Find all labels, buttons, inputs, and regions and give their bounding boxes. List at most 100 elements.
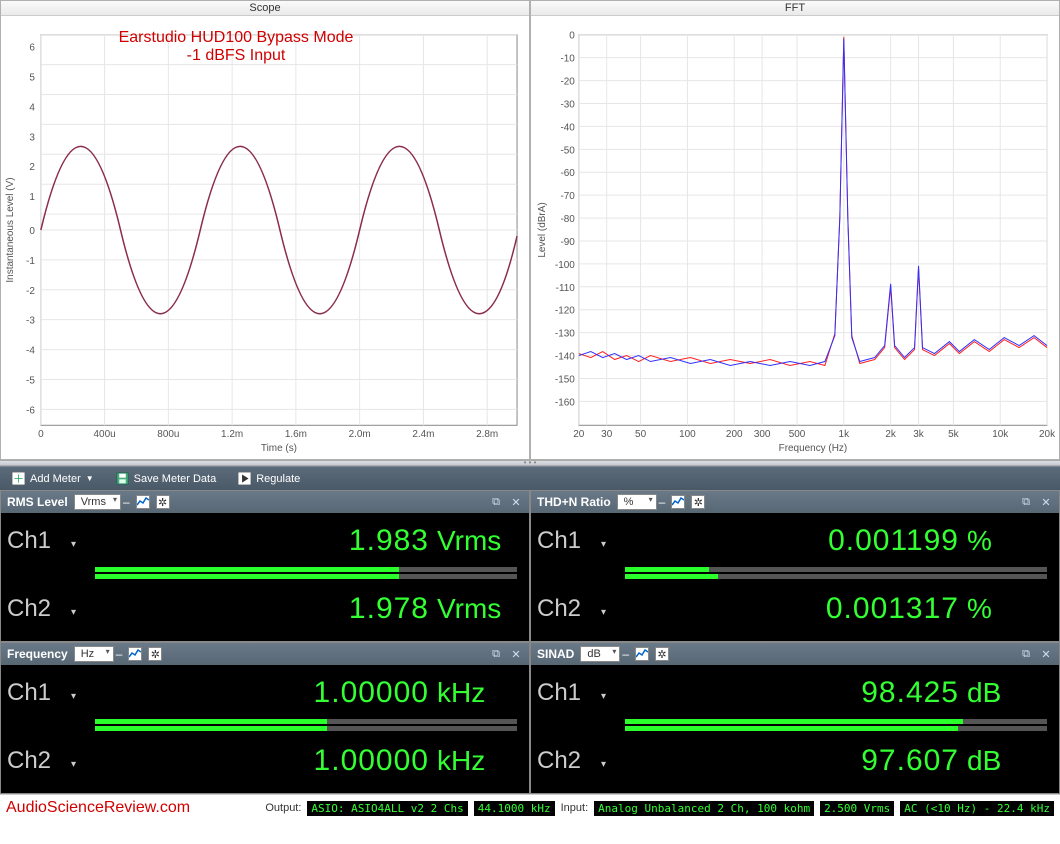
meter-body: Ch1 0.001199 % Ch2 0.001317 % [531,513,1059,641]
input-label: Input: [561,802,589,814]
channel-value: 1.978 [80,592,437,626]
svg-text:-6: -6 [26,405,35,416]
plus-icon [12,472,25,485]
channel-unit: % [967,525,1055,557]
meter-header: RMS Level Vrms – ✲ ⧉ ✕ [1,491,529,513]
channel-label[interactable]: Ch1 [535,527,610,555]
close-icon[interactable]: ✕ [509,647,523,661]
popout-icon[interactable]: ⧉ [1019,647,1033,661]
channel-unit: kHz [437,677,525,709]
svg-text:5: 5 [29,73,35,84]
svg-text:3k: 3k [913,429,924,440]
svg-text:10k: 10k [992,429,1008,440]
svg-text:-1: -1 [26,256,35,267]
channel-unit: dB [967,745,1055,777]
svg-text:Level (dBrA): Level (dBrA) [537,202,548,257]
channel-row: Ch1 0.001199 % [535,515,1055,567]
unit-dropdown[interactable]: % [617,494,657,510]
svg-text:-120: -120 [555,306,575,317]
meter-frequency: Frequency Hz – ✲ ⧉ ✕ Ch1 1.00000 kHz Ch2… [0,642,530,794]
channel-value: 97.607 [610,744,967,778]
svg-text:300: 300 [754,429,771,440]
meters-grid: RMS Level Vrms – ✲ ⧉ ✕ Ch1 1.983 Vrms Ch… [0,490,1060,794]
input-bandwidth[interactable]: AC (<10 Hz) - 22.4 kHz [900,801,1054,816]
svg-text:500: 500 [789,429,806,440]
svg-text:400u: 400u [94,429,116,440]
svg-text:-20: -20 [560,77,575,88]
svg-text:-60: -60 [560,168,575,179]
svg-text:20: 20 [573,429,585,440]
popout-icon[interactable]: ⧉ [489,495,503,509]
unit-dropdown[interactable]: Hz [74,646,114,662]
svg-text:2: 2 [29,162,35,173]
popout-icon[interactable]: ⧉ [1019,495,1033,509]
channel-unit: % [967,593,1055,625]
svg-text:1: 1 [29,192,35,203]
svg-text:1k: 1k [839,429,850,440]
channel-label[interactable]: Ch1 [5,679,80,707]
svg-text:-5: -5 [26,375,35,386]
regulate-button[interactable]: Regulate [232,470,306,487]
unit-dropdown[interactable]: Vrms [74,494,121,510]
unit-dropdown[interactable]: dB [580,646,620,662]
gear-icon[interactable]: ✲ [148,647,162,661]
bar-track [625,574,1047,579]
dash-sep: – [659,495,666,509]
channel-row: Ch1 1.983 Vrms [5,515,525,567]
channel-label[interactable]: Ch2 [5,747,80,775]
bar-group [535,719,1055,735]
output-rate[interactable]: 44.1000 kHz [474,801,555,816]
channel-row: Ch2 1.978 Vrms [5,583,525,635]
svg-text:30: 30 [601,429,613,440]
channel-value: 1.00000 [80,676,437,710]
chart-icon[interactable] [671,495,685,509]
svg-text:-40: -40 [560,122,575,133]
meter-title: RMS Level [7,495,68,509]
gear-icon[interactable]: ✲ [691,495,705,509]
svg-text:6: 6 [29,43,35,54]
svg-text:Instantaneous Level (V): Instantaneous Level (V) [5,177,16,282]
svg-text:0: 0 [569,31,575,42]
dash-sep: – [116,647,123,661]
svg-text:-10: -10 [560,54,575,65]
close-icon[interactable]: ✕ [1039,495,1053,509]
svg-text:-130: -130 [555,329,575,340]
svg-text:-70: -70 [560,191,575,202]
channel-unit: kHz [437,745,525,777]
channel-label[interactable]: Ch1 [535,679,610,707]
chart-icon[interactable] [136,495,150,509]
chart-icon[interactable] [128,647,142,661]
save-meter-label: Save Meter Data [134,473,217,485]
output-device[interactable]: ASIO: ASIO4ALL v2 2 Chs [307,801,467,816]
save-meter-button[interactable]: Save Meter Data [110,470,223,487]
channel-label[interactable]: Ch1 [5,527,80,555]
gear-icon[interactable]: ✲ [655,647,669,661]
svg-text:Frequency (Hz): Frequency (Hz) [779,443,848,454]
status-bar: AudioScienceReview.com Output: ASIO: ASI… [0,794,1060,821]
bar-track [95,719,517,724]
svg-text:-50: -50 [560,145,575,156]
input-level[interactable]: 2.500 Vrms [820,801,894,816]
input-device[interactable]: Analog Unbalanced 2 Ch, 100 kohm [594,801,814,816]
charts-row: Scope Earstudio HUD100 Bypass Mode -1 dB… [0,0,1060,460]
chart-icon[interactable] [635,647,649,661]
fft-title: FFT [531,1,1059,16]
svg-text:0: 0 [38,429,44,440]
popout-icon[interactable]: ⧉ [489,647,503,661]
svg-text:-100: -100 [555,260,575,271]
svg-text:0: 0 [29,226,35,237]
channel-label[interactable]: Ch2 [5,595,80,623]
fft-chart: 0-10-20-30-40-50-60-70-80-90-100-110-120… [531,16,1059,456]
gear-icon[interactable]: ✲ [156,495,170,509]
fft-panel: FFT 0-10-20-30-40-50-60-70-80-90-100-110… [530,0,1060,460]
bar-track [625,567,1047,572]
channel-label[interactable]: Ch2 [535,595,610,623]
add-meter-button[interactable]: Add Meter▼ [6,470,100,487]
close-icon[interactable]: ✕ [1039,647,1053,661]
save-icon [116,472,129,485]
close-icon[interactable]: ✕ [509,495,523,509]
channel-value: 98.425 [610,676,967,710]
channel-label[interactable]: Ch2 [535,747,610,775]
scope-panel: Scope Earstudio HUD100 Bypass Mode -1 dB… [0,0,530,460]
meter-title: Frequency [7,647,68,661]
